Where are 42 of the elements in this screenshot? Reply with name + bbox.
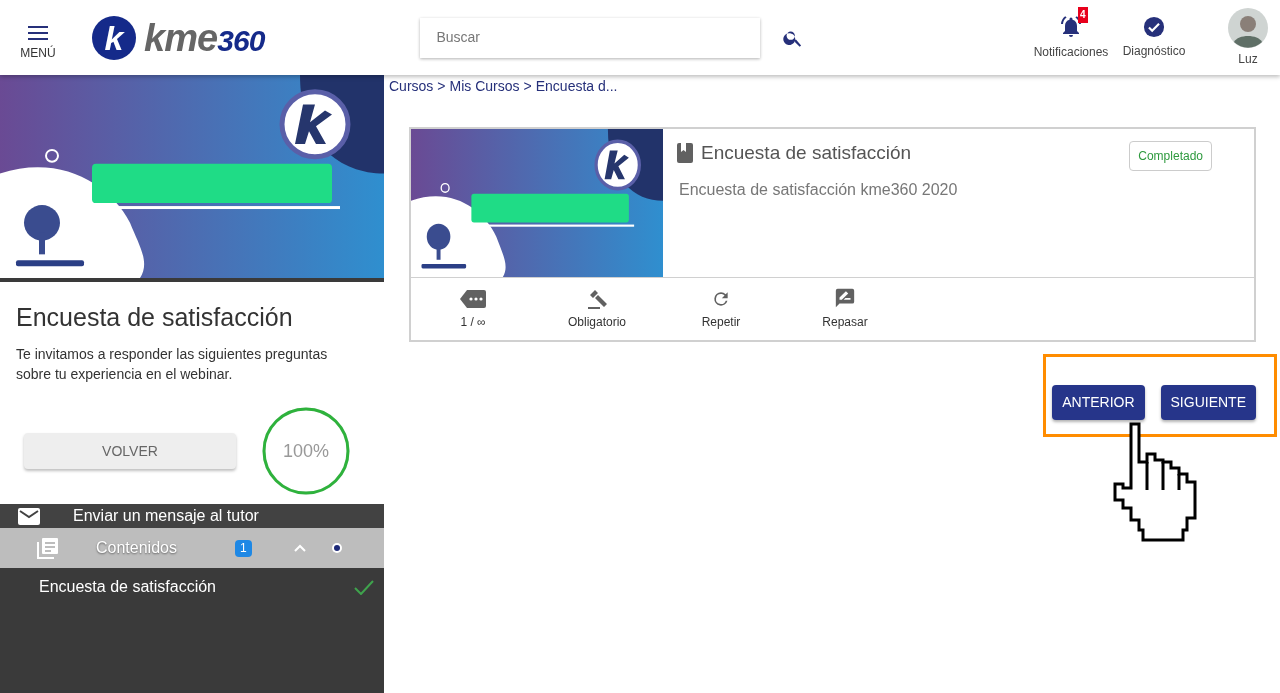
notification-count: 4 — [1078, 6, 1088, 23]
activity-subtitle: Encuesta de satisfacción kme360 2020 — [679, 179, 959, 200]
refresh-icon — [711, 289, 731, 309]
count-badge: 1 — [234, 539, 252, 557]
avatar — [1228, 7, 1268, 48]
breadcrumb-link[interactable]: Mis Cursos — [449, 76, 520, 97]
envelope-icon — [18, 507, 40, 525]
menu-button[interactable]: MENÚ — [0, 13, 76, 62]
content-item[interactable]: Encuesta de satisfacción — [0, 568, 384, 606]
contents-header[interactable]: Contenidos 1 — [0, 528, 384, 568]
breadcrumb-link[interactable]: Cursos — [389, 76, 434, 97]
back-button[interactable]: VOLVER — [24, 433, 236, 469]
course-description: Te invitamos a responder las siguientes preguntas sobre tu experiencia en el webinar. — [16, 345, 329, 384]
menu-icon — [28, 25, 48, 40]
book-icon — [677, 143, 693, 164]
logo: k kme360 — [92, 15, 265, 60]
breadcrumb-link[interactable]: Encuesta d... — [535, 76, 618, 97]
user-menu[interactable]: Luz — [1218, 7, 1278, 68]
action-item[interactable]: Repasar — [783, 287, 907, 331]
gavel-icon — [586, 287, 608, 309]
action-item[interactable]: Repetir — [659, 287, 783, 331]
activity-title: Encuesta de satisfacción — [701, 141, 912, 165]
next-button[interactable]: SIGUIENTE — [1160, 385, 1256, 420]
notifications-button[interactable]: 4 Notificaciones — [1030, 4, 1112, 61]
message-tutor-link[interactable]: Enviar un mensaje al tutor — [0, 504, 384, 528]
action-item[interactable]: 1 / ∞ — [411, 287, 535, 331]
search-input[interactable]: Buscar — [436, 27, 745, 48]
status-tag: Completado — [1129, 141, 1212, 171]
previous-button[interactable]: ANTERIOR — [1052, 385, 1145, 420]
dot-icon — [331, 543, 342, 553]
breadcrumb-separator: > — [437, 77, 446, 96]
course-title: Encuesta de satisfacción — [15, 302, 294, 332]
check-circle-icon — [1143, 15, 1165, 38]
breadcrumb-separator: > — [523, 77, 532, 96]
diagnostic-button[interactable]: Diagnóstico — [1116, 15, 1192, 60]
progress-ring: 100% — [262, 407, 350, 495]
search-field[interactable]: Buscar — [420, 17, 761, 58]
list-icon — [37, 537, 59, 559]
chevron-up-icon — [293, 544, 306, 552]
action-item[interactable]: Obligatorio — [535, 287, 659, 331]
tag-icon — [460, 289, 486, 309]
feedback-icon — [834, 287, 856, 309]
